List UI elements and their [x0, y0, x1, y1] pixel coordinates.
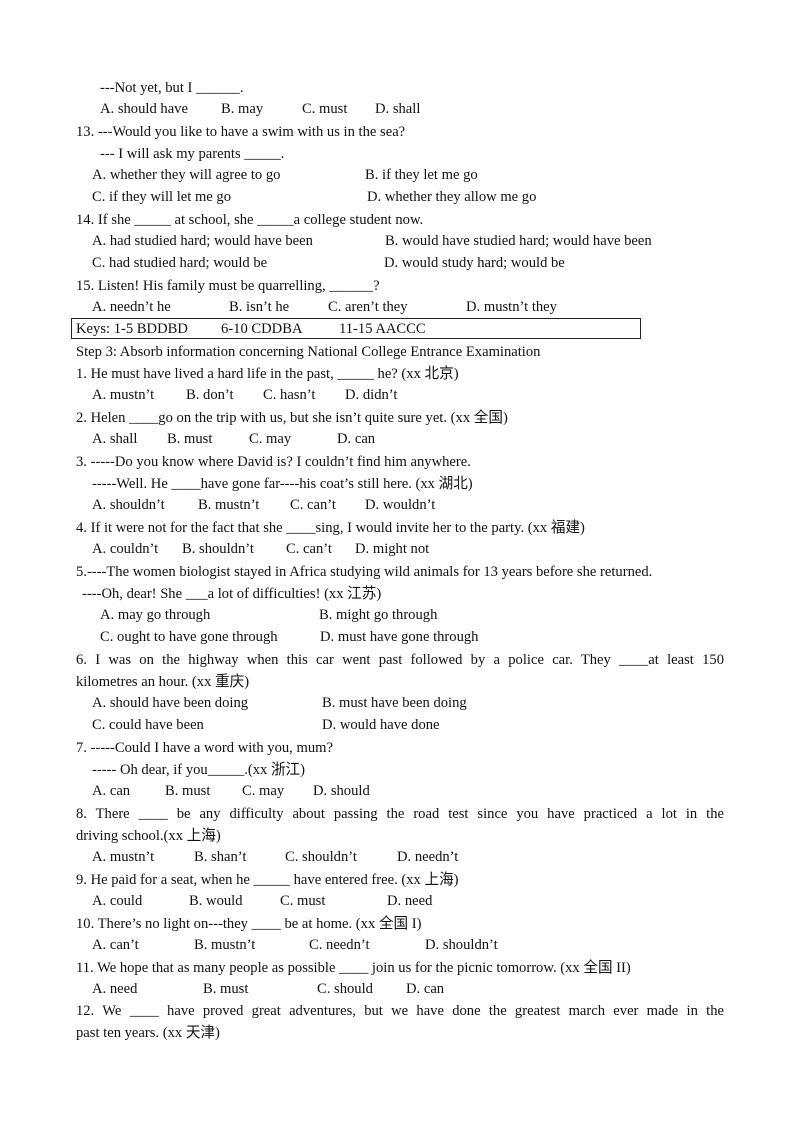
s3-q8-option-c: C. shouldn’t [285, 849, 357, 865]
s3-q8-option-b: B. shan’t [194, 849, 247, 865]
s3-q10-question: 10. There’s no light on---they ____ be a… [76, 916, 422, 932]
s3-q12-question-cont: past ten years. (xx 天津) [76, 1025, 220, 1041]
s3-q5-option-d: D. must have gone through [320, 629, 479, 645]
s3-q4-option-c: C. can’t [286, 541, 332, 557]
s3-q1-option-d: D. didn’t [345, 387, 398, 403]
q12-option-c: C. must [302, 101, 348, 117]
s3-q9-option-c: C. must [280, 893, 326, 909]
s3-q7-option-d: D. should [313, 783, 370, 799]
s3-q7-question: 7. -----Could I have a word with you, mu… [76, 740, 333, 756]
q13-option-a: A. whether they will agree to go [92, 167, 281, 183]
s3-q11-question: 11. We hope that as many people as possi… [76, 960, 631, 976]
s3-q4-option-b: B. shouldn’t [182, 541, 254, 557]
answer-keys-11-15: 11-15 AACCC [339, 321, 426, 337]
q14-question: 14. If she _____ at school, she _____a c… [76, 212, 424, 228]
s3-q3-dialogue-line: -----Well. He ____have gone far----his c… [92, 476, 473, 492]
s3-q5-dialogue-line: ----Oh, dear! She ___a lot of difficulti… [82, 586, 382, 602]
q12-option-b: B. may [221, 101, 264, 117]
s3-q4-option-d: D. might not [355, 541, 430, 557]
s3-q2-option-a: A. shall [92, 431, 138, 447]
q13-option-c: C. if they will let me go [92, 189, 232, 205]
q15-option-b: B. isn’t he [229, 299, 290, 315]
s3-q10-option-b: B. mustn’t [194, 937, 256, 953]
s3-q3-option-d: D. wouldn’t [365, 497, 436, 513]
s3-q8-option-a: A. mustn’t [92, 849, 155, 865]
s3-q2-option-b: B. must [167, 431, 213, 447]
s3-q9-option-a: A. could [92, 893, 143, 909]
q12-option-d: D. shall [375, 101, 421, 117]
s3-q5-option-c: C. ought to have gone through [100, 629, 278, 645]
q14-option-d: D. would study hard; would be [384, 255, 565, 271]
q15-option-c: C. aren’t they [328, 299, 408, 315]
s3-q10-option-d: D. shouldn’t [425, 937, 498, 953]
s3-q8-question: 8. There ____ be any difficulty about pa… [76, 806, 724, 822]
s3-q6-option-b: B. must have been doing [322, 695, 467, 711]
s3-q1-option-b: B. don’t [186, 387, 234, 403]
s3-q10-option-c: C. needn’t [309, 937, 370, 953]
q15-question: 15. Listen! His family must be quarrelli… [76, 278, 380, 294]
q13-question: 13. ---Would you like to have a swim wit… [76, 124, 406, 140]
s3-q3-option-b: B. mustn’t [198, 497, 260, 513]
s3-q6-option-a: A. should have been doing [92, 695, 249, 711]
s3-q11-option-b: B. must [203, 981, 249, 997]
s3-q9-option-b: B. would [189, 893, 243, 909]
s3-q11-option-d: D. can [406, 981, 445, 997]
q14-option-c: C. had studied hard; would be [92, 255, 268, 271]
s3-q7-option-a: A. can [92, 783, 131, 799]
s3-q8-question-cont: driving school.(xx 上海) [76, 828, 221, 844]
s3-q7-option-b: B. must [165, 783, 211, 799]
q15-option-a: A. needn’t he [92, 299, 171, 315]
q15-option-d: D. mustn’t they [466, 299, 557, 315]
answer-keys-6-10: 6-10 CDDBA [221, 321, 303, 337]
s3-q12-question: 12. We ____ have proved great adventures… [76, 1003, 724, 1019]
s3-q6-question: 6. I was on the highway when this car we… [76, 652, 724, 668]
q12-dialogue-line: ---Not yet, but I ______. [100, 80, 244, 96]
s3-q7-option-c: C. may [242, 783, 285, 799]
s3-q6-option-c: C. could have been [92, 717, 204, 733]
s3-q3-option-a: A. shouldn’t [92, 497, 165, 513]
s3-q5-option-a: A. may go through [100, 607, 211, 623]
s3-q5-question: 5.----The women biologist stayed in Afri… [76, 564, 653, 580]
s3-q8-option-d: D. needn’t [397, 849, 459, 865]
s3-q6-option-d: D. would have done [322, 717, 440, 733]
q13-option-d: D. whether they allow me go [367, 189, 537, 205]
s3-q1-option-c: C. hasn’t [263, 387, 316, 403]
s3-q2-question: 2. Helen ____go on the trip with us, but… [76, 410, 508, 426]
s3-q4-question: 4. If it were not for the fact that she … [76, 520, 585, 536]
s3-q6-question-cont: kilometres an hour. (xx 重庆) [76, 674, 250, 690]
q12-option-a: A. should have [100, 101, 188, 117]
s3-q1-option-a: A. mustn’t [92, 387, 155, 403]
s3-q3-question: 3. -----Do you know where David is? I co… [76, 454, 471, 470]
s3-q9-option-d: D. need [387, 893, 433, 909]
step3-heading: Step 3: Absorb information concerning Na… [76, 344, 541, 360]
s3-q1-question: 1. He must have lived a hard life in the… [76, 366, 459, 382]
q13-option-b: B. if they let me go [365, 167, 478, 183]
s3-q9-question: 9. He paid for a seat, when he _____ hav… [76, 872, 459, 888]
s3-q7-dialogue-line: ----- Oh dear, if you_____.(xx 浙江) [92, 762, 305, 778]
s3-q11-option-c: C. should [317, 981, 373, 997]
q14-option-b: B. would have studied hard; would have b… [385, 233, 652, 249]
s3-q10-option-a: A. can’t [92, 937, 139, 953]
q14-option-a: A. had studied hard; would have been [92, 233, 313, 249]
s3-q3-option-c: C. can’t [290, 497, 336, 513]
s3-q2-option-c: C. may [249, 431, 292, 447]
s3-q5-option-b: B. might go through [319, 607, 438, 623]
s3-q4-option-a: A. couldn’t [92, 541, 159, 557]
s3-q2-option-d: D. can [337, 431, 376, 447]
s3-q11-option-a: A. need [92, 981, 138, 997]
answer-keys-1-5: Keys: 1-5 BDDBD [76, 321, 188, 337]
q13-dialogue-line: --- I will ask my parents _____. [100, 146, 285, 162]
